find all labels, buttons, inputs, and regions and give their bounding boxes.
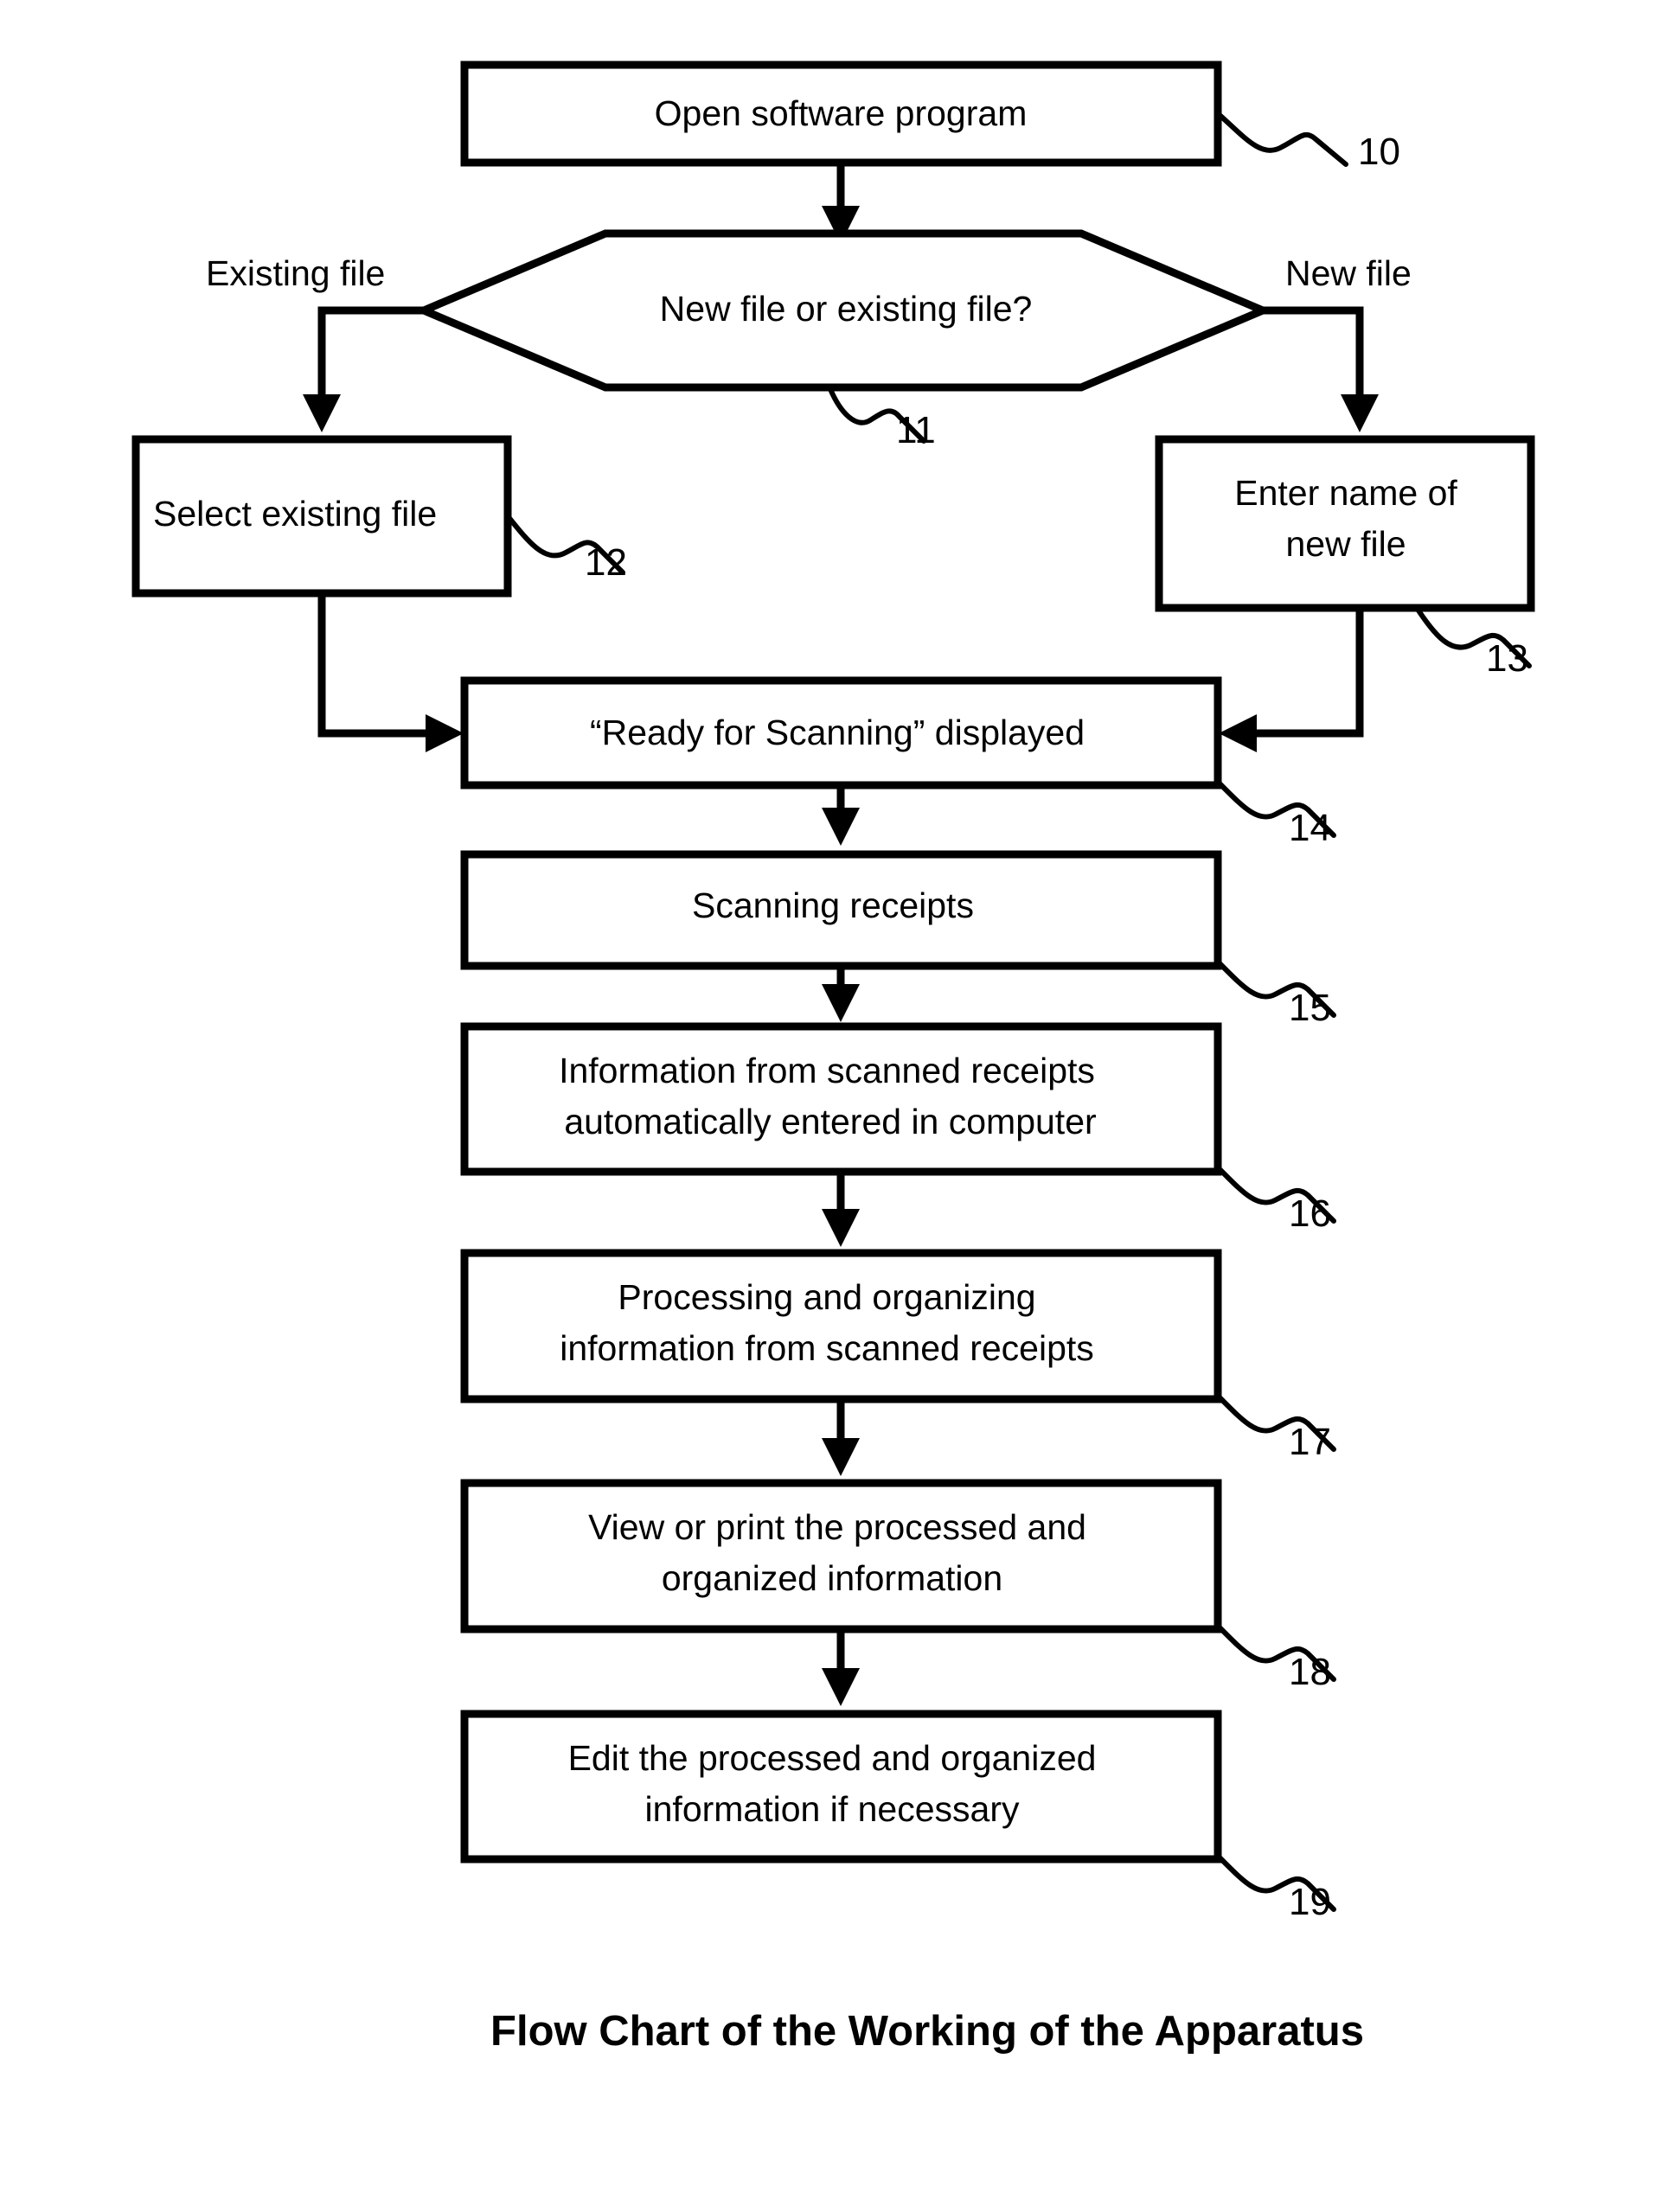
node-label-line2: new file	[1285, 524, 1406, 564]
node-information-entered-in-computer[interactable]: Information from scanned receipts automa…	[460, 1022, 1222, 1176]
node-label-line2: information if necessary	[645, 1789, 1020, 1829]
node-label: “Ready for Scanning” displayed	[590, 713, 1085, 752]
reference-numeral-10: 10	[1217, 112, 1400, 173]
ref-num-label: 10	[1358, 131, 1400, 173]
node-label-line1: Processing and organizing	[618, 1277, 1035, 1317]
reference-numeral-17: 17	[1217, 1395, 1336, 1463]
figure-caption: Flow Chart of the Working of the Apparat…	[490, 2008, 1364, 2055]
node-new-or-existing-file-decision[interactable]: New file or existing file?	[413, 229, 1273, 392]
ref-num-label: 13	[1486, 637, 1528, 680]
edge-n17-to-n18	[822, 1399, 860, 1476]
arrowhead-icon	[426, 714, 464, 752]
edge-n18-to-n19	[822, 1629, 860, 1706]
edge-n13-to-n14	[1219, 608, 1364, 752]
node-label: Open software program	[655, 93, 1028, 133]
reference-numeral-16: 16	[1217, 1167, 1336, 1235]
ref-num-label: 18	[1289, 1651, 1331, 1693]
figure-canvas: Open software program 10 New file or exi…	[0, 0, 1665, 2212]
reference-numeral-11: 11	[828, 387, 936, 451]
edge-n15-to-n16	[822, 966, 860, 1022]
node-view-or-print[interactable]: View or print the processed and organize…	[460, 1479, 1222, 1633]
reference-numeral-13: 13	[1416, 608, 1532, 680]
node-label-line2: organized information	[662, 1558, 1002, 1598]
node-label-line2: information from scanned receipts	[560, 1328, 1094, 1368]
ref-num-label: 11	[896, 409, 936, 451]
reference-numeral-14: 14	[1217, 781, 1336, 849]
node-processing-and-organizing[interactable]: Processing and organizing information fr…	[460, 1249, 1222, 1403]
ref-num-label: 15	[1289, 987, 1331, 1029]
edge-n14-to-n15	[822, 785, 860, 846]
reference-numeral-15: 15	[1217, 961, 1336, 1029]
ref-num-label: 19	[1289, 1881, 1331, 1923]
node-select-existing-file[interactable]: Select existing file	[131, 435, 512, 598]
node-label-line1: Information from scanned receipts	[559, 1051, 1095, 1090]
ref-num-label: 17	[1289, 1421, 1331, 1463]
edge-n11-to-n13	[1263, 306, 1379, 432]
edge-n11-to-n12	[303, 306, 424, 432]
edge-n16-to-n17	[822, 1172, 860, 1247]
ref-num-label: 14	[1289, 807, 1331, 849]
arrowhead-icon	[1341, 394, 1379, 432]
node-enter-name-of-new-file[interactable]: Enter name of new file	[1155, 435, 1535, 612]
reference-numeral-18: 18	[1217, 1625, 1336, 1693]
node-label-line1: View or print the processed and	[588, 1507, 1086, 1547]
arrowhead-icon	[822, 984, 860, 1022]
branch-label-new-file: New file	[1285, 253, 1412, 293]
arrowhead-icon	[822, 1668, 860, 1706]
node-scanning-receipts[interactable]: Scanning receipts	[460, 850, 1222, 970]
process-box	[460, 1249, 1222, 1403]
node-label-line1: Enter name of	[1234, 473, 1457, 513]
arrowhead-icon	[1219, 714, 1257, 752]
node-label-line2: automatically entered in computer	[564, 1102, 1096, 1141]
node-open-software-program[interactable]: Open software program	[460, 61, 1222, 167]
arrowhead-icon	[822, 808, 860, 846]
arrowhead-icon	[822, 1438, 860, 1476]
reference-numeral-12: 12	[506, 515, 627, 584]
node-ready-for-scanning-displayed[interactable]: “Ready for Scanning” displayed	[460, 676, 1222, 790]
arrowhead-icon	[822, 1209, 860, 1247]
node-label: Scanning receipts	[692, 885, 974, 925]
node-edit-information[interactable]: Edit the processed and organized informa…	[460, 1710, 1222, 1864]
arrowhead-icon	[303, 394, 341, 432]
process-box	[460, 1479, 1222, 1633]
branch-label-existing-file: Existing file	[206, 253, 385, 293]
edge-n12-to-n14	[317, 593, 464, 752]
process-box	[460, 1710, 1222, 1864]
node-label-line1: Edit the processed and organized	[568, 1738, 1097, 1778]
reference-numeral-19: 19	[1217, 1855, 1336, 1923]
node-label: New file or existing file?	[660, 289, 1033, 329]
process-box	[460, 1022, 1222, 1176]
ref-num-label: 16	[1289, 1192, 1331, 1235]
flowchart-diagram: Open software program 10 New file or exi…	[131, 61, 1535, 2055]
node-label: Select existing file	[153, 494, 437, 534]
ref-num-label: 12	[585, 541, 627, 584]
